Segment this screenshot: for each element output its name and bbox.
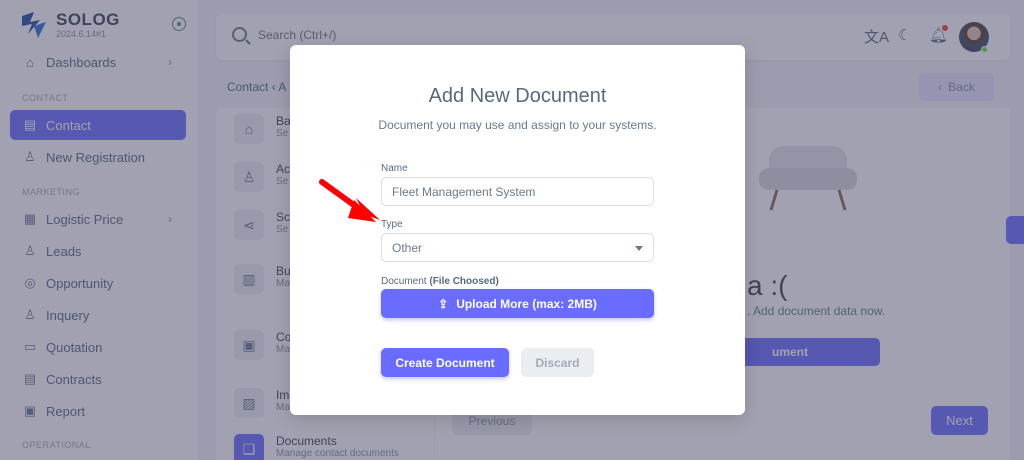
type-select[interactable]: Other bbox=[381, 233, 654, 262]
caret-down-icon bbox=[635, 246, 643, 251]
document-label: Document (File Choosed) bbox=[381, 276, 499, 287]
upload-icon: ⇪ bbox=[438, 296, 449, 311]
add-document-modal: Add New Document Document you may use an… bbox=[290, 45, 745, 415]
discard-button[interactable]: Discard bbox=[521, 348, 594, 377]
upload-button[interactable]: ⇪ Upload More (max: 2MB) bbox=[381, 289, 654, 318]
name-label: Name bbox=[381, 163, 408, 174]
upload-label: Upload More (max: 2MB) bbox=[456, 296, 597, 311]
modal-subtitle: Document you may use and assign to your … bbox=[378, 118, 657, 132]
create-document-button[interactable]: Create Document bbox=[381, 348, 509, 377]
name-input[interactable] bbox=[381, 177, 654, 206]
type-select-value: Other bbox=[392, 240, 423, 255]
modal-title: Add New Document bbox=[428, 85, 607, 107]
document-label-text: Document bbox=[381, 276, 427, 287]
document-status: (File Choosed) bbox=[429, 276, 499, 287]
annotation-arrow-icon bbox=[319, 179, 380, 222]
